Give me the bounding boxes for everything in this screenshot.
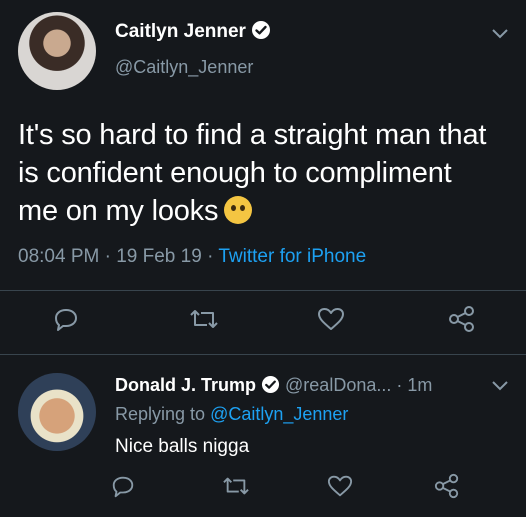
reply-author-name[interactable]: Donald J. Trump xyxy=(115,375,256,395)
divider xyxy=(0,290,526,291)
heart-icon[interactable] xyxy=(326,473,356,503)
author-name[interactable]: Caitlyn Jenner xyxy=(115,20,271,46)
heart-icon[interactable] xyxy=(316,305,346,335)
chevron-down-icon[interactable] xyxy=(492,378,508,396)
avatar[interactable] xyxy=(18,12,96,90)
reply-author-handle[interactable]: @realDona... xyxy=(285,375,391,395)
verified-badge-icon xyxy=(261,375,280,399)
reply-actions xyxy=(0,473,526,503)
tweet-source-link[interactable]: Twitter for iPhone xyxy=(218,246,366,267)
tweet-actions xyxy=(0,305,526,335)
mention-link[interactable]: @Caitlyn_Jenner xyxy=(210,404,348,424)
main-tweet: Caitlyn Jenner @Caitlyn_Jenner It's so h… xyxy=(0,0,526,355)
share-icon[interactable] xyxy=(433,473,463,503)
rolling-eyes-emoji xyxy=(224,196,253,224)
retweet-icon[interactable] xyxy=(189,305,219,335)
author-handle[interactable]: @Caitlyn_Jenner xyxy=(115,57,253,78)
chevron-down-icon[interactable] xyxy=(492,26,508,44)
tweet-meta: 08:04 PM · 19 Feb 19 · Twitter for iPhon… xyxy=(18,246,367,267)
retweet-icon[interactable] xyxy=(222,473,252,503)
reply-icon[interactable] xyxy=(110,473,140,503)
tweet-text: It's so hard to find a straight man that… xyxy=(18,119,487,227)
reply-avatar[interactable] xyxy=(18,373,96,451)
reply-age: 1m xyxy=(407,375,433,395)
reply-icon[interactable] xyxy=(52,305,82,335)
reply-header: Donald J. Trump @realDona... · 1m xyxy=(115,375,432,399)
reply-text: Nice balls nigga xyxy=(115,436,250,457)
replying-to: Replying to @Caitlyn_Jenner xyxy=(115,404,349,424)
tweet-time: 08:04 PM xyxy=(18,246,100,267)
tweet-date: 19 Feb 19 xyxy=(116,246,202,267)
share-icon[interactable] xyxy=(447,305,477,335)
verified-badge-icon xyxy=(251,20,271,46)
